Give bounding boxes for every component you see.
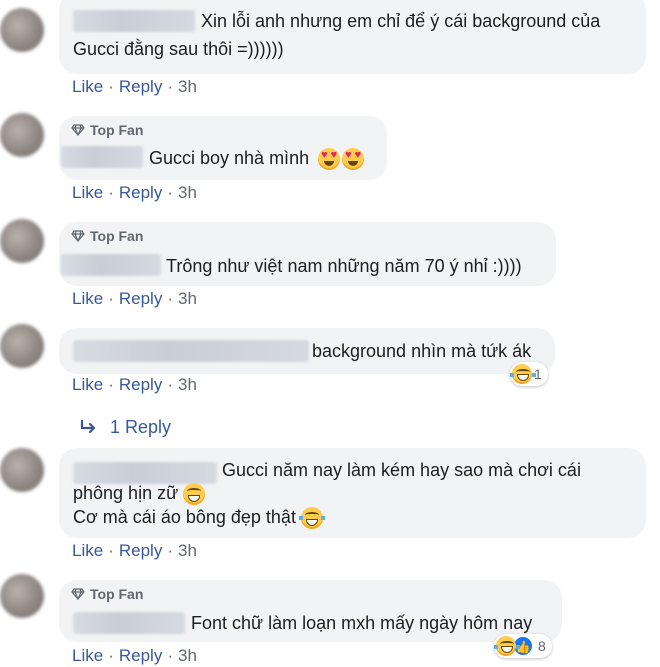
- comment-text-line: Gucci đằng sau thôi =)))))): [73, 39, 284, 59]
- commenter-name[interactable]: [61, 146, 143, 168]
- like-link[interactable]: Like: [72, 77, 103, 97]
- comment-actions: Like · Reply · 3h: [72, 375, 197, 395]
- comment-bubble: Xin lỗi anh nhưng em chỉ để ý cái backgr…: [59, 0, 646, 74]
- laughing-emoji: [494, 636, 520, 656]
- reply-link[interactable]: Reply: [119, 289, 162, 309]
- timestamp[interactable]: 3h: [178, 289, 197, 309]
- like-link[interactable]: Like: [72, 375, 103, 395]
- avatar[interactable]: [0, 8, 44, 52]
- view-replies-link[interactable]: 1 Reply: [80, 416, 171, 438]
- timestamp[interactable]: 3h: [178, 183, 197, 203]
- reaction-count: 8: [538, 638, 546, 654]
- laughing-emoji: [510, 364, 536, 384]
- avatar[interactable]: [0, 219, 44, 263]
- diamond-icon: [71, 588, 85, 600]
- comment-text-line: Trông như việt nam những năm 70 ý nhỉ :)…: [166, 256, 522, 276]
- timestamp[interactable]: 3h: [178, 375, 197, 395]
- top-fan-badge: Top Fan: [71, 228, 143, 244]
- like-link[interactable]: Like: [72, 646, 103, 666]
- comment-text-line: Gucci năm nay làm kém hay sao mà chơi cá…: [222, 460, 581, 480]
- avatar[interactable]: [0, 574, 44, 618]
- avatar[interactable]: [0, 448, 44, 492]
- top-fan-label: Top Fan: [90, 122, 144, 138]
- avatar[interactable]: [0, 324, 44, 368]
- comment-bubble: Top Fan Trông như việt nam những năm 70 …: [59, 222, 556, 286]
- reply-arrow-icon: [80, 420, 96, 434]
- top-fan-badge: Top Fan: [71, 122, 143, 138]
- comment-text-line: Xin lỗi anh nhưng em chỉ để ý cái backgr…: [201, 11, 601, 31]
- comment-actions: Like · Reply · 3h: [72, 541, 197, 561]
- reply-link[interactable]: Reply: [119, 183, 162, 203]
- like-link[interactable]: Like: [72, 183, 103, 203]
- comment-bubble: Top Fan Font chữ làm loạn mxh mấy ngày h…: [59, 580, 562, 642]
- comment-text-line: Cơ mà cái áo bông đẹp thật: [73, 503, 325, 531]
- top-fan-label: Top Fan: [90, 228, 144, 244]
- timestamp[interactable]: 3h: [178, 541, 197, 561]
- comment-text-line: background nhìn mà tứk ák: [312, 341, 532, 361]
- top-fan-label: Top Fan: [90, 586, 144, 602]
- diamond-icon: [71, 230, 85, 242]
- comment-bubble: Gucci năm nay làm kém hay sao mà chơi cá…: [59, 448, 646, 538]
- comment-bubble: background nhìn mà tứk ák: [59, 328, 555, 374]
- reply-link[interactable]: Reply: [119, 646, 162, 666]
- reaction-summary[interactable]: 1: [510, 362, 548, 386]
- comment-actions: Like · Reply · 3h: [72, 183, 197, 203]
- like-link[interactable]: Like: [72, 541, 103, 561]
- timestamp[interactable]: 3h: [178, 77, 197, 97]
- commenter-name[interactable]: [73, 340, 309, 362]
- commenter-name[interactable]: [73, 10, 195, 32]
- avatar[interactable]: [0, 113, 44, 157]
- heart-eyes-emoji: [342, 148, 365, 171]
- replies-count-label[interactable]: 1 Reply: [110, 417, 171, 438]
- like-link[interactable]: Like: [72, 289, 103, 309]
- heart-eyes-emoji: [318, 148, 341, 171]
- timestamp[interactable]: 3h: [178, 646, 197, 666]
- comment-text-line: Gucci boy nhà mình: [149, 144, 365, 172]
- reply-link[interactable]: Reply: [119, 541, 162, 561]
- comment-text-line: Font chữ làm loạn mxh mấy ngày hôm nay: [191, 613, 533, 633]
- commenter-name[interactable]: [73, 612, 185, 634]
- reply-link[interactable]: Reply: [119, 375, 162, 395]
- diamond-icon: [71, 124, 85, 136]
- reply-link[interactable]: Reply: [119, 77, 162, 97]
- grinning-emoji: [183, 483, 206, 506]
- comment-actions: Like · Reply · 3h: [72, 77, 197, 97]
- top-fan-badge: Top Fan: [71, 586, 143, 602]
- reaction-summary[interactable]: 👍 8: [494, 634, 552, 658]
- commenter-name[interactable]: [61, 254, 161, 276]
- laughing-emoji: [298, 507, 325, 530]
- comment-bubble: Top Fan Gucci boy nhà mình: [59, 116, 387, 180]
- comment-actions: Like · Reply · 3h: [72, 289, 197, 309]
